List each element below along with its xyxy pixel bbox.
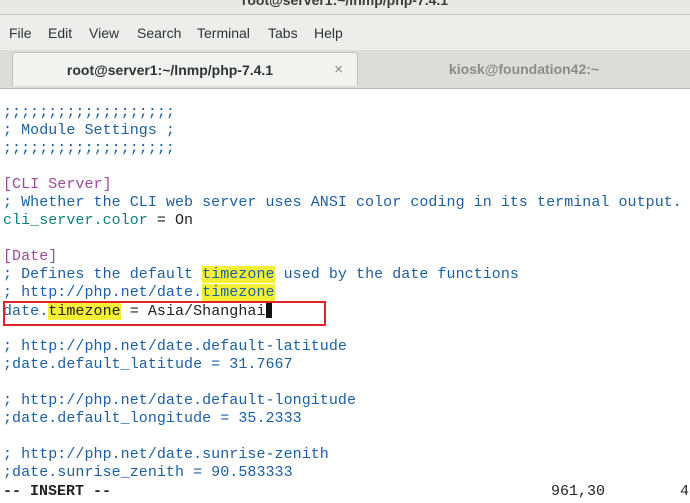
close-icon[interactable]: × [334, 61, 343, 78]
config-operator: = [147, 212, 175, 229]
menu-view[interactable]: View [89, 25, 119, 41]
window-title: root@server1:~/lnmp/php-7.4.1 [241, 0, 449, 8]
menu-search[interactable]: Search [137, 25, 181, 41]
terminal-line: ;date.default_latitude = 31.7667 [3, 356, 293, 373]
terminal-line: ; http://php.net/date.sunrise-zenith [3, 446, 329, 463]
annotation-box [3, 301, 326, 326]
tab-root-server1[interactable]: root@server1:~/lnmp/php-7.4.1 × [12, 52, 358, 86]
tab-kiosk-foundation42[interactable]: kiosk@foundation42:~ [360, 52, 688, 86]
menu-bar: File Edit View Search Terminal Tabs Help [0, 15, 690, 50]
terminal-line: ;date.default_longitude = 35.2333 [3, 410, 302, 427]
menu-help[interactable]: Help [314, 25, 343, 41]
terminal-line: cli_server.color = On [3, 212, 193, 230]
window-titlebar: root@server1:~/lnmp/php-7.4.1 [0, 0, 690, 15]
terminal-line: ; http://php.net/date.default-longitude [3, 392, 357, 409]
menu-edit[interactable]: Edit [48, 25, 72, 41]
config-key: cli_server.color [3, 212, 148, 229]
terminal-line: [Date] [3, 248, 58, 265]
menu-terminal[interactable]: Terminal [197, 25, 250, 41]
tab-bar: root@server1:~/lnmp/php-7.4.1 × kiosk@fo… [0, 50, 690, 89]
config-value: On [174, 212, 194, 229]
tab-label: root@server1:~/lnmp/php-7.4.1 [66, 62, 274, 78]
terminal-line: ; http://php.net/date.timezone [3, 284, 275, 302]
menu-file[interactable]: File [9, 25, 32, 41]
search-match: timezone [202, 266, 275, 283]
vim-mode-indicator: -- INSERT -- [3, 483, 112, 500]
menu-tabs[interactable]: Tabs [268, 25, 298, 41]
terminal-line: ; Defines the default timezone used by t… [3, 266, 519, 284]
terminal-line: ; Whether the CLI web server uses ANSI c… [3, 194, 682, 211]
tab-label: kiosk@foundation42:~ [448, 61, 600, 77]
terminal-line: ;;;;;;;;;;;;;;;;;;; [3, 104, 175, 121]
terminal-line: ; http://php.net/date.default-latitude [3, 338, 347, 355]
terminal-line: ;date.sunrise_zenith = 90.583333 [3, 464, 293, 481]
comment-text: ; Defines the default [3, 266, 203, 283]
cursor-position: 961,30 [551, 483, 606, 500]
comment-text: ; http://php.net/date. [3, 284, 203, 301]
terminal-line: ;;;;;;;;;;;;;;;;;;; [3, 140, 175, 157]
search-match: timezone [202, 284, 275, 301]
scroll-percent: 49 [680, 483, 690, 500]
terminal-line: [CLI Server] [3, 176, 112, 193]
terminal-line: ; Module Settings ; [3, 122, 175, 139]
comment-text: used by the date functions [274, 266, 519, 283]
